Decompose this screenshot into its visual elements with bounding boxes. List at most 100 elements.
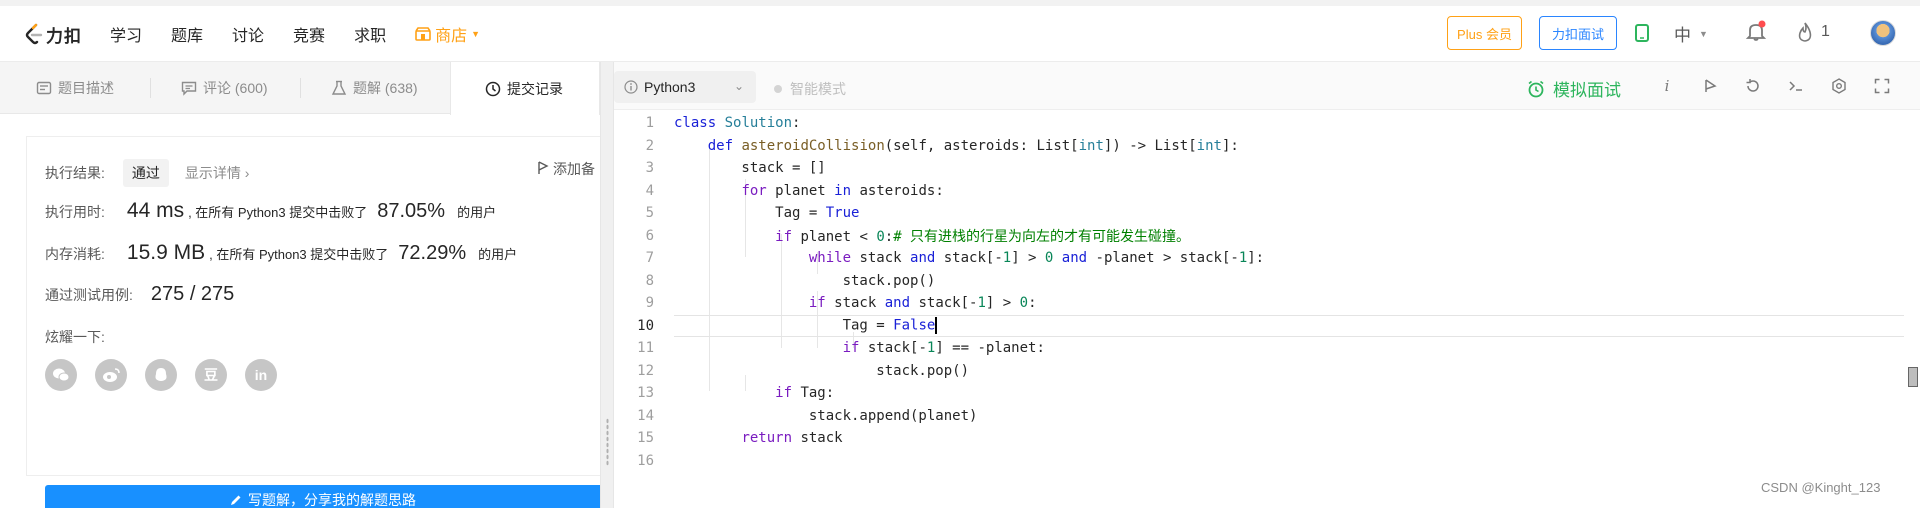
memory-label: 内存消耗: — [45, 246, 105, 262]
line-number: 15 — [637, 430, 654, 447]
settings-icon[interactable] — [1829, 76, 1849, 96]
tab-description-label: 题目描述 — [58, 80, 114, 96]
tab-submissions[interactable]: 提交记录 — [450, 62, 600, 115]
language-switcher[interactable]: 中 ▼ — [1674, 21, 1708, 46]
leetcode-logo[interactable]: 力扣 — [24, 22, 82, 46]
add-note-label: 添加备 — [553, 161, 595, 177]
memory-beats-text: , 在所有 Python3 提交中击败了 — [209, 247, 389, 262]
info-italic-icon[interactable]: i — [1657, 76, 1677, 96]
run-icon[interactable] — [1700, 76, 1720, 96]
chevron-down-icon: ⌄ — [733, 79, 744, 93]
runtime-label: 执行用时: — [45, 204, 105, 220]
share-label: 炫耀一下: — [45, 329, 105, 345]
code-line: 13 if Tag: — [614, 382, 1904, 405]
chevron-down-icon: ▼ — [1699, 28, 1708, 39]
nav-link-discuss[interactable]: 讨论 — [232, 22, 264, 46]
language-label: 中 — [1674, 26, 1691, 45]
runtime-row: 执行用时: 44 ms , 在所有 Python3 提交中击败了 87.05% … — [45, 199, 496, 223]
status-badge: 通过 — [122, 159, 169, 187]
nav-link-learn[interactable]: 学习 — [110, 22, 142, 46]
line-number: 2 — [645, 137, 654, 154]
code-line: 15 return stack — [614, 427, 1904, 450]
code-line: 1 class Solution: — [614, 112, 1904, 135]
notification-button[interactable] — [1745, 20, 1767, 45]
flask-icon — [331, 80, 347, 95]
line-number: 10 — [637, 317, 654, 334]
tab-solutions-label: 题解 (638) — [353, 80, 418, 96]
console-icon[interactable] — [1786, 76, 1806, 96]
pencil-icon — [231, 495, 241, 505]
language-value: Python3 — [644, 79, 696, 95]
memory-users-suffix: 的用户 — [478, 247, 518, 262]
line-number: 14 — [637, 407, 654, 424]
memory-row: 内存消耗: 15.9 MB , 在所有 Python3 提交中击败了 72.29… — [45, 241, 517, 265]
nav-link-problems[interactable]: 题库 — [171, 22, 203, 46]
wechat-icon[interactable] — [45, 359, 77, 391]
nav-link-contest[interactable]: 竞赛 — [293, 22, 325, 46]
show-details-link[interactable]: 显示详情 › — [185, 163, 250, 183]
mock-interview-toggle[interactable]: 模拟面试 — [1527, 76, 1621, 101]
qq-icon[interactable] — [145, 359, 177, 391]
mobile-app-icon[interactable] — [1635, 24, 1649, 42]
top-stripe — [0, 0, 1920, 6]
nav-link-shop[interactable]: 商店 ▼ — [415, 22, 480, 46]
code-line: 6 if planet < 0:# 只有进栈的行星为向左的才有可能发生碰撞。 — [614, 225, 1904, 248]
tab-divider — [150, 78, 151, 98]
scrollbar-thumb[interactable] — [1908, 367, 1918, 387]
code-line: 9 if stack and stack[-1] > 0: — [614, 292, 1904, 315]
smart-mode-dot-icon — [774, 85, 782, 93]
show-details-label: 显示详情 — [184, 165, 241, 181]
code-editor-panel: Python3 ⌄ 智能模式 模拟面试 i 1 class Solution: 2… — [614, 62, 1920, 508]
streak-counter[interactable]: 1 — [1797, 22, 1830, 42]
line-number: 8 — [645, 272, 654, 289]
top-navbar: 力扣 学习 题库 讨论 竞赛 求职 商店 ▼ Plus 会员 力扣面试 中 ▼ — [0, 0, 1920, 62]
tests-label: 通过测试用例: — [45, 287, 133, 303]
memory-percent: 72.29% — [398, 242, 467, 264]
mock-interview-button[interactable]: 力扣面试 — [1539, 16, 1617, 50]
language-select[interactable]: Python3 ⌄ — [614, 71, 756, 103]
drag-handle-icon[interactable] — [606, 418, 609, 466]
code-line: 2 def asteroidCollision(self, asteroids:… — [614, 135, 1904, 158]
shop-label: 商店 — [435, 28, 468, 45]
reset-icon[interactable] — [1743, 76, 1763, 96]
tab-description[interactable]: 题目描述 — [36, 62, 114, 114]
info-icon — [624, 80, 638, 94]
runtime-percent: 87.05% — [377, 200, 446, 222]
chevron-right-icon: › — [244, 165, 250, 181]
douban-icon[interactable]: 豆 — [195, 359, 227, 391]
smart-mode-label: 智能模式 — [790, 81, 846, 97]
editor-scrollbar[interactable] — [1906, 110, 1920, 508]
leetcode-logo-icon — [25, 23, 43, 45]
line-number: 3 — [645, 160, 654, 177]
problem-tabs: 题目描述 评论 (600) 题解 (638) 提交记录 — [0, 62, 600, 115]
plus-member-button[interactable]: Plus 会员 — [1447, 16, 1522, 50]
code-editor[interactable]: 1 class Solution: 2 def asteroidCollision… — [614, 110, 1920, 508]
add-note-button[interactable]: 添加备 — [537, 159, 595, 179]
linkedin-icon[interactable]: in — [245, 359, 277, 391]
tab-comments-label: 评论 (600) — [203, 80, 268, 96]
line-number: 13 — [637, 385, 654, 402]
alarm-clock-icon — [1528, 80, 1544, 97]
streak-count: 1 — [1821, 23, 1830, 40]
panel-splitter[interactable] — [600, 62, 614, 508]
tab-solutions[interactable]: 题解 (638) — [331, 62, 418, 114]
submission-result-card: 执行结果: 通过 显示详情 › 添加备 执行用时: 44 ms , 在所有 Py… — [26, 136, 601, 508]
fullscreen-icon[interactable] — [1872, 76, 1892, 96]
smart-mode-toggle[interactable]: 智能模式 — [774, 79, 846, 99]
code-line-current: 10 Tag = False — [614, 314, 1904, 337]
runtime-beats-text: , 在所有 Python3 提交中击败了 — [188, 205, 368, 220]
flag-icon — [537, 160, 549, 178]
memory-value: 15.9 MB — [126, 241, 206, 264]
code-line: 14 stack.append(planet) — [614, 405, 1904, 428]
weibo-icon[interactable] — [95, 359, 127, 391]
avatar[interactable] — [1870, 20, 1896, 46]
nav-link-jobs[interactable]: 求职 — [354, 22, 386, 46]
left-panel: 题目描述 评论 (600) 题解 (638) 提交记录 执行结果: 通过 显示详… — [0, 62, 601, 508]
code-line: 7 while stack and stack[-1] > 0 and -pla… — [614, 247, 1904, 270]
line-number: 1 — [645, 115, 654, 132]
write-solution-label: 写题解，分享我的解题思路 — [248, 492, 416, 508]
tab-comments[interactable]: 评论 (600) — [181, 62, 268, 114]
write-solution-button[interactable]: 写题解，分享我的解题思路 — [45, 485, 601, 508]
code-line: 8 stack.pop() — [614, 270, 1904, 293]
line-number: 5 — [645, 205, 654, 222]
